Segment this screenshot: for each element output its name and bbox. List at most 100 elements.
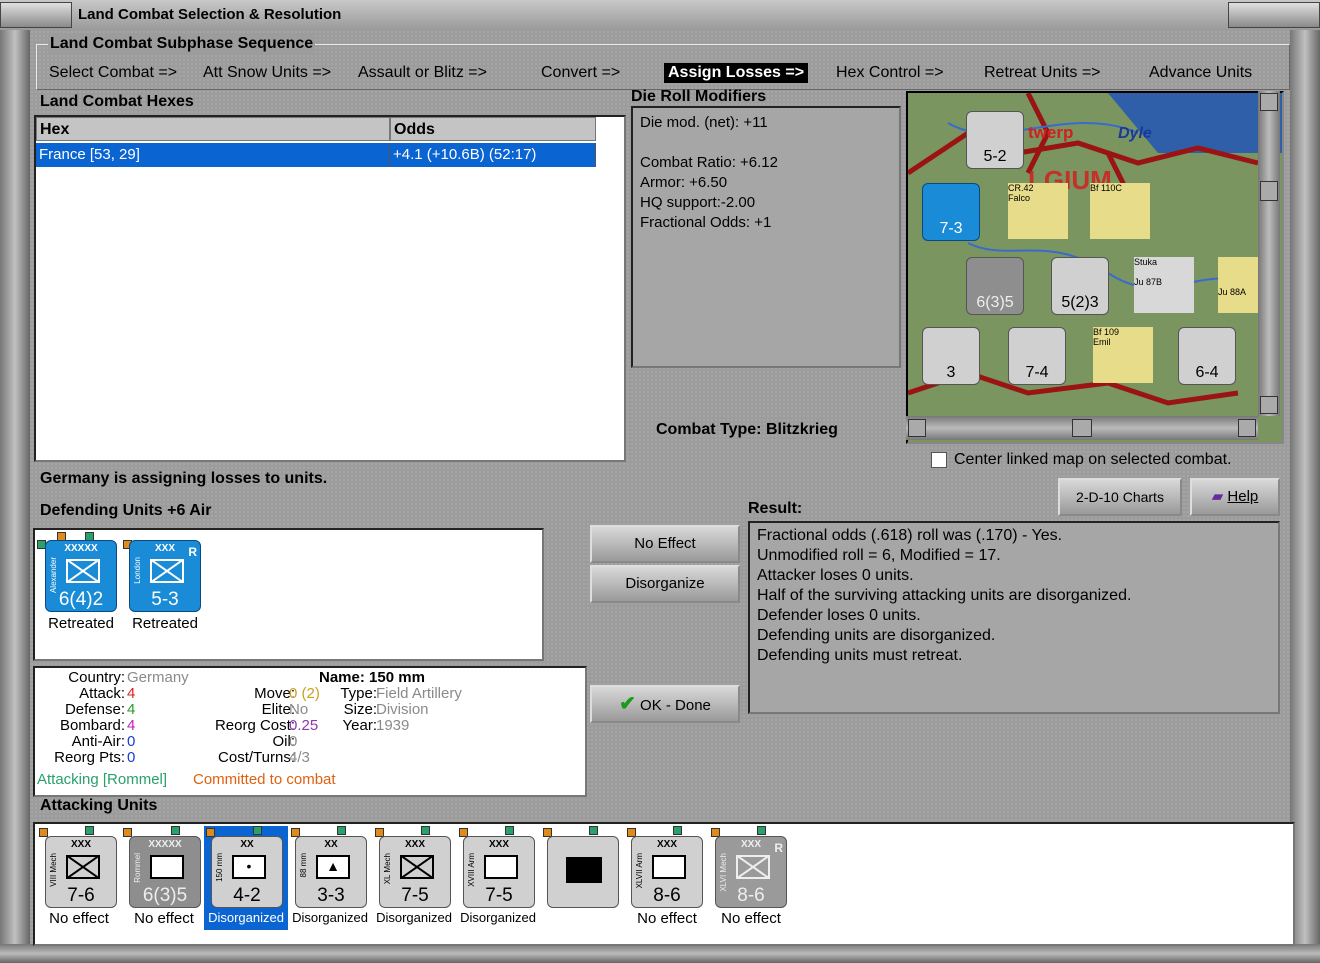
hidden-unit-icon <box>566 857 602 883</box>
scroll-right-button[interactable] <box>1238 419 1256 437</box>
linked-map[interactable]: twerp Dyle LGIUM 7-3 5-2 6(3)5 5(2)3 7-4… <box>906 91 1284 444</box>
attacking-unit[interactable]: XXX VIII Mech 7-6 <box>45 836 117 908</box>
map-counter[interactable]: 6-4 <box>1178 327 1236 385</box>
attacking-unit[interactable]: XXXXX Rommel 6(3)5 <box>129 836 201 908</box>
die-roll-modifiers-title: Die Roll Modifiers <box>631 88 767 105</box>
attack-label: Attack: <box>79 685 125 702</box>
type-label: Type: <box>340 685 377 702</box>
attacking-unit[interactable]: XXX XL Mech 7-5 <box>379 836 451 908</box>
unit-marker <box>123 828 132 837</box>
size-label: Size: <box>343 701 377 718</box>
drm-line: Armor: +6.50 <box>640 174 728 191</box>
country-label: Country: <box>68 669 125 686</box>
cell-odds: +4.1 (+10.6B) (52:17) <box>390 143 596 167</box>
step-select-combat: Select Combat => <box>49 64 178 81</box>
result-line: Defender loses 0 units. <box>757 607 921 624</box>
window-frame-bottom <box>0 944 1320 963</box>
defending-units-title: Defending Units +6 Air <box>40 502 212 519</box>
attacking-unit[interactable]: XX 88 mm ▲ 3-3 <box>295 836 367 908</box>
scroll-thumb[interactable] <box>1072 419 1092 437</box>
map-air-unit[interactable]: CR.42 Falco <box>1008 183 1068 239</box>
attacking-unit[interactable]: XXX XLVII Arm 8-6 <box>631 836 703 908</box>
scroll-up-button[interactable] <box>1260 93 1278 111</box>
armor-icon <box>150 855 184 879</box>
disorganize-button[interactable]: Disorganize <box>590 565 740 603</box>
column-header-hex[interactable]: Hex <box>36 117 390 141</box>
unit-status: No effect <box>721 910 781 927</box>
window-frame-left <box>0 30 30 963</box>
combat-type-label: Combat Type: <box>656 421 762 438</box>
artillery-icon: • <box>232 855 266 879</box>
bombard-label: Bombard: <box>59 717 125 734</box>
map-counter[interactable]: 7-4 <box>1008 327 1066 385</box>
scroll-left-button[interactable] <box>908 419 926 437</box>
combat-hexes-table: Hex Odds France [53, 29] +4.1 (+10.6B) (… <box>34 115 626 462</box>
defending-units-panel: XXXXX Alexander 6(4)2 Retreated XXX Lond… <box>33 528 544 661</box>
unit-info-panel: Country: Germany Attack: 4 Defense: 4 Bo… <box>33 666 587 797</box>
map-air-unit[interactable]: Bf 109 Emil <box>1093 327 1153 383</box>
ok-done-button[interactable]: ✔ OK - Done <box>590 685 740 723</box>
unit-marker <box>505 826 514 835</box>
map-counter[interactable]: 7-3 <box>922 183 980 241</box>
attacking-unit[interactable]: XX 150 mm • 4-2 <box>211 836 283 908</box>
scroll-thumb[interactable] <box>1260 181 1278 201</box>
drm-line: Die mod. (net): +11 <box>640 114 768 131</box>
help-button[interactable]: ▰ Help <box>1190 478 1280 516</box>
map-horizontal-scrollbar[interactable] <box>906 416 1258 440</box>
charts-button[interactable]: 2-D-10 Charts <box>1058 478 1182 516</box>
mech-infantry-icon <box>400 855 434 879</box>
cost-turns-value: 4/3 <box>289 749 310 766</box>
unit-status: Retreated <box>132 615 198 632</box>
map-counter[interactable]: 5-2 <box>966 111 1024 169</box>
elite-value: No <box>289 701 309 718</box>
scroll-down-button[interactable] <box>1260 396 1278 414</box>
unit-status: Disorganized <box>292 910 368 925</box>
name-field: Name: 150 mm <box>319 669 425 686</box>
attacking-unit[interactable]: XXX XVIII Arm 7-5 <box>463 836 535 908</box>
system-menu-button[interactable] <box>0 2 72 28</box>
antiair-value: 0 <box>127 733 136 750</box>
map-counter[interactable]: 5(2)3 <box>1051 257 1109 315</box>
unit-marker <box>589 826 598 835</box>
map-label-antwerp: twerp <box>1028 123 1074 142</box>
attacking-leader: Attacking [Rommel] <box>37 771 168 788</box>
result-box: Fractional odds (.618) roll was (.170) -… <box>748 521 1280 714</box>
unit-marker <box>39 828 48 837</box>
mechanized-infantry-icon <box>150 559 184 583</box>
attacking-unit[interactable]: XXX XLVI Mech R 8-6 <box>715 836 787 908</box>
defending-unit[interactable]: XXX London R 5-3 <box>129 540 201 612</box>
window-title: Land Combat Selection & Resolution <box>78 6 342 23</box>
map-air-unit[interactable]: Bf 110C <box>1090 183 1150 239</box>
step-assault-or-blitz: Assault or Blitz => <box>358 64 487 81</box>
column-header-odds[interactable]: Odds <box>390 117 596 141</box>
title-bar: Land Combat Selection & Resolution <box>0 0 1320 32</box>
reorg-cost-label: Reorg Cost: <box>214 717 295 734</box>
unit-marker <box>421 826 430 835</box>
step-retreat-units: Retreat Units => <box>984 64 1101 81</box>
close-window-button[interactable] <box>1228 2 1320 28</box>
attacking-unit-hidden[interactable] <box>547 836 619 908</box>
map-counter[interactable]: 3 <box>922 327 980 385</box>
no-effect-button[interactable]: No Effect <box>590 525 740 563</box>
attack-value: 4 <box>127 685 136 702</box>
combat-type-value: Blitzkrieg <box>765 421 838 438</box>
unit-status: Disorganized <box>376 910 452 925</box>
country-value: Germany <box>127 669 189 686</box>
die-roll-modifiers-box: Die mod. (net): +11 Combat Ratio: +6.12 … <box>631 106 901 368</box>
unit-marker <box>673 826 682 835</box>
unit-status: No effect <box>637 910 697 927</box>
drm-line: HQ support:-2.00 <box>640 194 756 211</box>
center-linked-map-checkbox[interactable] <box>931 452 947 468</box>
map-counter[interactable]: 6(3)5 <box>966 257 1024 315</box>
unit-marker <box>253 826 262 835</box>
step-assign-losses-current: Assign Losses => <box>664 63 809 83</box>
map-vertical-scrollbar[interactable] <box>1258 91 1280 416</box>
armor-icon <box>652 855 686 879</box>
table-row[interactable]: France [53, 29] +4.1 (+10.6B) (52:17) <box>36 143 596 167</box>
mech-infantry-icon <box>736 855 770 879</box>
size-value: Division <box>376 701 429 718</box>
defending-unit[interactable]: XXXXX Alexander 6(4)2 <box>45 540 117 612</box>
unit-marker <box>757 826 766 835</box>
map-air-unit[interactable]: Stuka Ju 87B <box>1134 257 1194 313</box>
checkmark-icon: ✔ <box>619 693 636 715</box>
